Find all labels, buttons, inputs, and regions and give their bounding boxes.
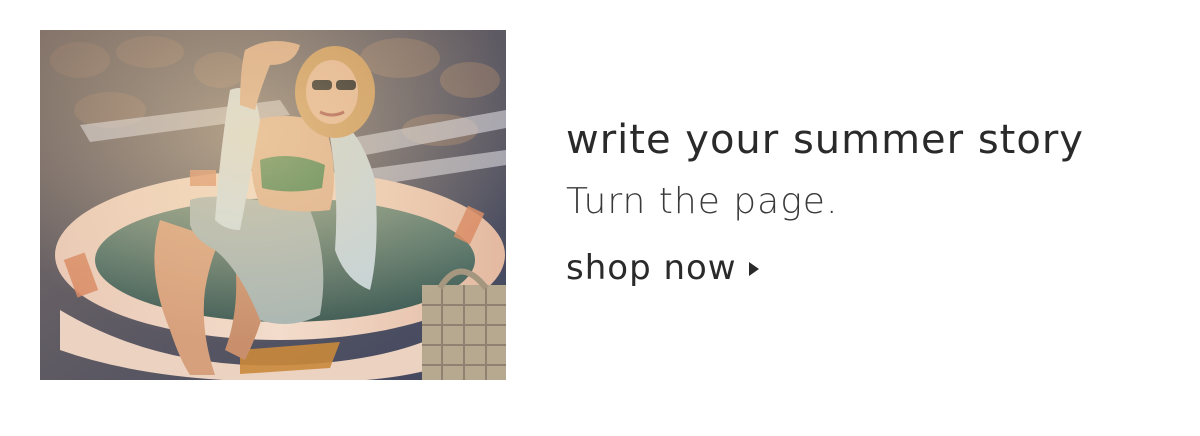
shop-now-label: shop now [566,248,737,288]
hero-photo-illustration [40,30,506,380]
hero-image[interactable] [40,30,506,380]
headline: write your summer story [566,117,1084,163]
shop-now-link[interactable]: shop now [566,248,759,288]
caret-right-icon [748,262,759,276]
promo-copy: write your summer story Turn the page. s… [566,112,1166,288]
subhead: Turn the page. [566,181,839,222]
promo-banner: write your summer story Turn the page. s… [0,0,1200,436]
